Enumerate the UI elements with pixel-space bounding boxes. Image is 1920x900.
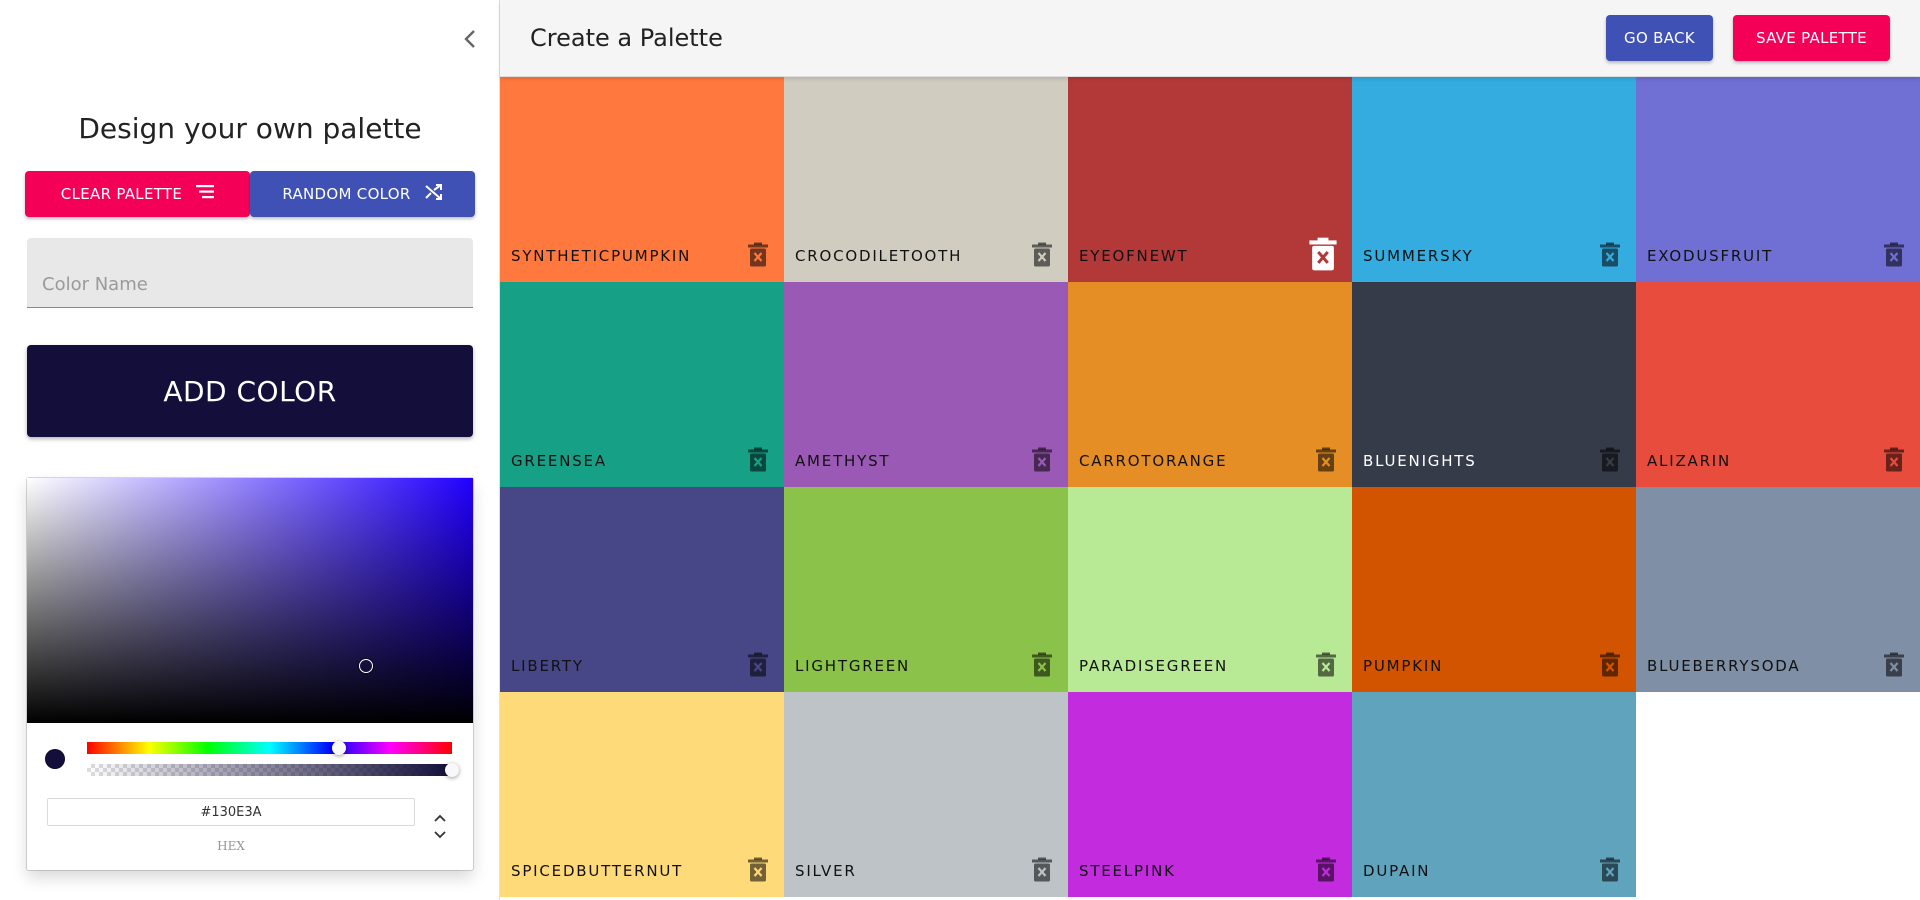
go-back-button[interactable]: GO BACK (1606, 15, 1713, 61)
color-box-label: Alizarin (1647, 452, 1732, 470)
alpha-slider[interactable] (87, 763, 459, 777)
color-box[interactable]: Silver (784, 692, 1068, 897)
hue-slider[interactable] (87, 741, 452, 755)
delete-icon[interactable] (747, 242, 769, 267)
color-box-label: BlueNights (1363, 452, 1477, 470)
color-box[interactable]: CarrotOrange (1068, 282, 1352, 487)
hue-slider-thumb[interactable] (331, 741, 346, 755)
format-toggle-icon[interactable] (430, 812, 450, 842)
color-box[interactable]: BlueberrySoda (1636, 487, 1920, 692)
app-bar: Create a Palette GO BACK SAVE PALETTE (500, 0, 1920, 77)
delete-icon[interactable] (1599, 447, 1621, 472)
color-box-label: SummerSky (1363, 247, 1474, 265)
color-box-label: SpicedButternut (511, 862, 684, 880)
color-box-label: ExodusFruit (1647, 247, 1774, 265)
hex-label: HEX (217, 839, 245, 853)
color-box-label: EyeOfNewt (1079, 247, 1189, 265)
drawer-header (0, 0, 500, 77)
color-box[interactable]: Pumpkin (1352, 487, 1636, 692)
delete-icon[interactable] (1315, 857, 1337, 882)
color-box-label: BlueberrySoda (1647, 657, 1801, 675)
add-color-button[interactable]: ADD COLOR (27, 345, 473, 437)
clear-palette-button[interactable]: CLEAR PALETTE (25, 171, 250, 217)
page-title: Create a Palette (530, 24, 723, 52)
delete-icon[interactable] (1031, 447, 1053, 472)
color-box-label: CrocodileTooth (795, 247, 963, 265)
color-name-input[interactable] (42, 272, 452, 296)
delete-icon[interactable] (1315, 447, 1337, 472)
color-box-label: SteelPink (1079, 862, 1176, 880)
color-box-label: LightGreen (795, 657, 911, 675)
color-box[interactable]: Amethyst (784, 282, 1068, 487)
color-box[interactable]: SpicedButternut (500, 692, 784, 897)
saturation-pointer[interactable] (359, 659, 373, 673)
app-root: Design your own palette CLEAR PALETTE RA… (0, 0, 1920, 900)
color-box[interactable]: CrocodileTooth (784, 77, 1068, 282)
current-color-swatch (45, 749, 65, 769)
delete-icon[interactable] (1315, 652, 1337, 677)
alpha-slider-thumb[interactable] (445, 763, 459, 777)
hex-input[interactable] (47, 798, 415, 826)
color-box[interactable]: ParadiseGreen (1068, 487, 1352, 692)
delete-icon[interactable] (1031, 242, 1053, 267)
color-box-label: Pumpkin (1363, 657, 1444, 675)
color-box[interactable]: Alizarin (1636, 282, 1920, 487)
drawer-title: Design your own palette (78, 112, 422, 145)
delete-icon[interactable] (1031, 857, 1053, 882)
color-box[interactable]: BlueNights (1352, 282, 1636, 487)
color-box[interactable]: ExodusFruit (1636, 77, 1920, 282)
color-picker: HEX (27, 478, 473, 870)
shuffle-icon (424, 184, 443, 204)
color-box-label: ParadiseGreen (1079, 657, 1229, 675)
color-box-label: Dupain (1363, 862, 1431, 880)
delete-icon[interactable] (747, 652, 769, 677)
palette-grid: SyntheticPumpkin CrocodileTooth EyeOfNewt S… (500, 77, 1920, 900)
color-box[interactable]: Liberty (500, 487, 784, 692)
drawer: Design your own palette CLEAR PALETTE RA… (0, 0, 500, 900)
color-box-label: CarrotOrange (1079, 452, 1228, 470)
color-box-label: Silver (795, 862, 857, 880)
save-palette-button[interactable]: SAVE PALETTE (1733, 15, 1890, 61)
color-box[interactable]: EyeOfNewt (1068, 77, 1352, 282)
color-box[interactable]: Dupain (1352, 692, 1636, 897)
delete-icon[interactable] (1599, 652, 1621, 677)
color-box-label: SyntheticPumpkin (511, 247, 692, 265)
delete-icon[interactable] (1599, 857, 1621, 882)
delete-icon[interactable] (1599, 242, 1621, 267)
chevron-left-icon[interactable] (458, 24, 482, 54)
delete-icon[interactable] (747, 447, 769, 472)
color-box[interactable]: SteelPink (1068, 692, 1352, 897)
color-box[interactable]: SummerSky (1352, 77, 1636, 282)
saturation-area[interactable] (27, 478, 473, 723)
color-box[interactable]: GreenSea (500, 282, 784, 487)
clear-palette-label: CLEAR PALETTE (60, 185, 183, 203)
color-box-label: Amethyst (795, 452, 891, 470)
delete-icon[interactable] (1308, 237, 1338, 271)
color-name-field[interactable] (27, 238, 473, 308)
clear-all-icon (196, 185, 215, 203)
delete-icon[interactable] (747, 857, 769, 882)
color-box[interactable]: LightGreen (784, 487, 1068, 692)
random-color-button[interactable]: RANDOM COLOR (250, 171, 475, 217)
delete-icon[interactable] (1883, 242, 1905, 267)
delete-icon[interactable] (1883, 652, 1905, 677)
delete-icon[interactable] (1031, 652, 1053, 677)
color-box[interactable]: SyntheticPumpkin (500, 77, 784, 282)
delete-icon[interactable] (1883, 447, 1905, 472)
color-box-label: Liberty (511, 657, 584, 675)
random-color-label: RANDOM COLOR (282, 185, 411, 203)
color-box-label: GreenSea (511, 452, 607, 470)
